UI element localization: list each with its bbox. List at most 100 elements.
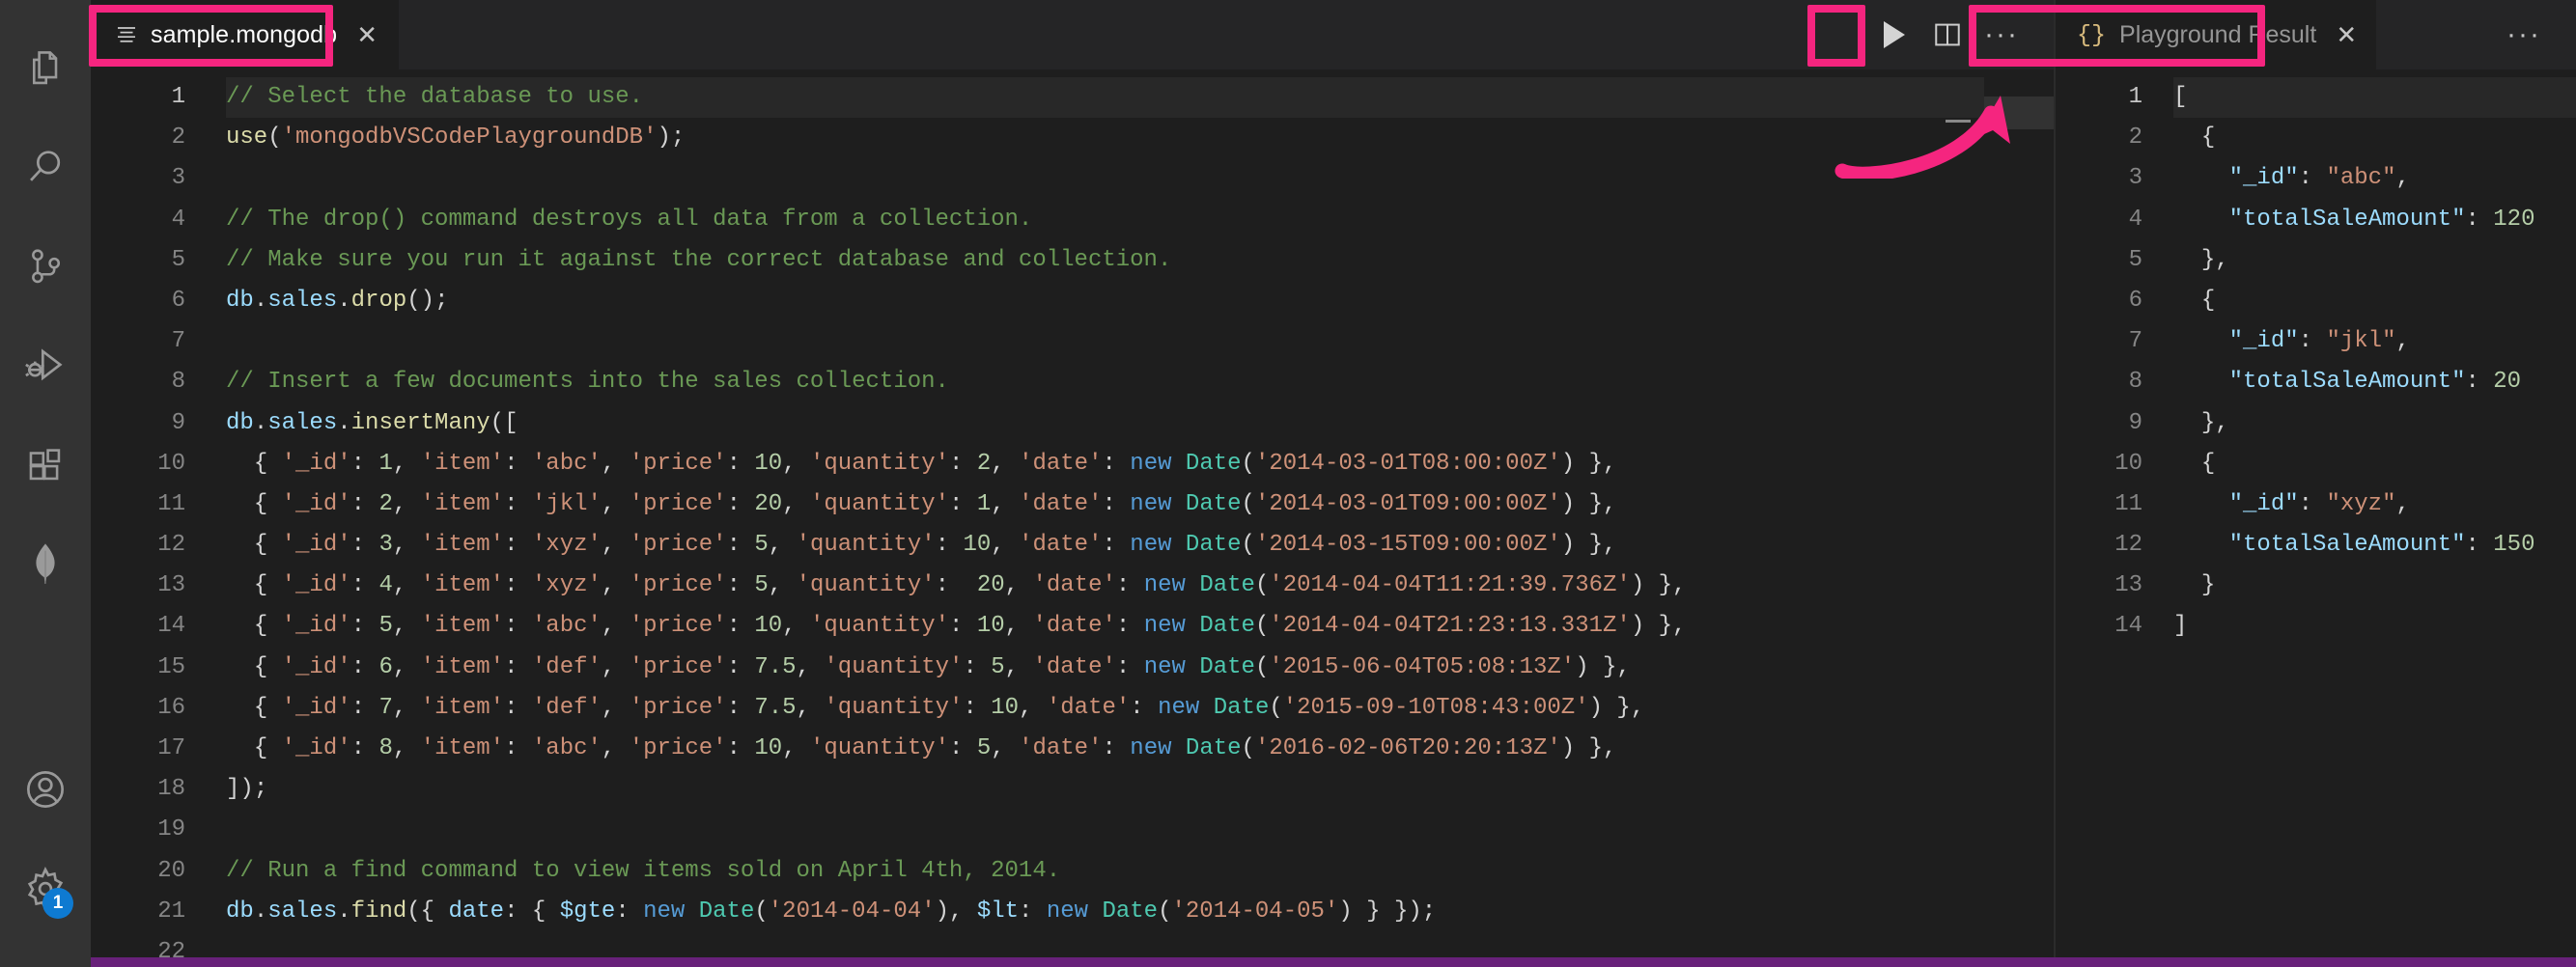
- code-line[interactable]: [226, 158, 1984, 199]
- line-number: 20: [157, 857, 185, 884]
- result-line[interactable]: {: [2173, 444, 2576, 484]
- code-line[interactable]: { '_id': 4, 'item': 'xyz', 'price': 5, '…: [226, 566, 1984, 606]
- source-control-icon[interactable]: [0, 216, 91, 316]
- line-number: 3: [171, 165, 185, 192]
- tab-sample-mongodb[interactable]: sample.mongodb ✕: [91, 0, 399, 69]
- line-number: 12: [157, 532, 185, 559]
- play-icon: [1884, 21, 1905, 48]
- run-playground-button[interactable]: [1866, 8, 1920, 62]
- code-line[interactable]: use('mongodbVSCodePlaygroundDB');: [226, 118, 1984, 158]
- line-number: 21: [157, 898, 185, 925]
- activity-bar-top-group: [0, 17, 91, 614]
- code-line[interactable]: // Make sure you run it against the corr…: [226, 240, 1984, 281]
- explorer-icon[interactable]: [0, 17, 91, 117]
- editor-group-left: sample.mongodb ✕ ··· 1 2 3 4 5 6 7 8 9 1…: [91, 0, 2054, 957]
- playground-lines-icon: [116, 25, 137, 44]
- code-line[interactable]: { '_id': 2, 'item': 'jkl', 'price': 20, …: [226, 484, 1984, 525]
- result-line[interactable]: "_id": "xyz",: [2173, 484, 2576, 525]
- json-braces-icon: {}: [2077, 20, 2107, 49]
- status-bar: [91, 957, 2576, 967]
- line-number: 7: [171, 328, 185, 355]
- result-line[interactable]: }: [2173, 566, 2576, 606]
- code-line[interactable]: { '_id': 7, 'item': 'def', 'price': 7.5,…: [226, 688, 1984, 729]
- activity-bar-bottom-group: 1: [0, 739, 91, 938]
- minimap-slider[interactable]: [1984, 97, 2054, 129]
- result-line[interactable]: {: [2173, 281, 2576, 321]
- code-line[interactable]: // Select the database to use.: [226, 77, 1984, 119]
- ellipsis-icon: ···: [1984, 18, 2019, 50]
- line-number: 13: [2114, 572, 2142, 599]
- code-line[interactable]: ]);: [226, 769, 1984, 810]
- line-number: 19: [157, 816, 185, 843]
- settings-gear-icon[interactable]: 1: [0, 839, 91, 938]
- result-line[interactable]: {: [2173, 118, 2576, 158]
- settings-badge-count: 1: [42, 888, 73, 919]
- code-line[interactable]: { '_id': 6, 'item': 'def', 'price': 7.5,…: [226, 648, 1984, 688]
- line-number: 7: [2128, 328, 2142, 355]
- more-actions-button[interactable]: ···: [1974, 8, 2029, 62]
- result-content[interactable]: [ { "_id": "abc", "totalSaleAmount": 120…: [2164, 69, 2576, 957]
- account-icon[interactable]: [0, 739, 91, 839]
- code-line[interactable]: db.sales.find({ date: { $gte: new Date('…: [226, 892, 1984, 932]
- line-number: 11: [157, 490, 185, 517]
- code-line[interactable]: [226, 810, 1984, 850]
- result-line[interactable]: "totalSaleAmount": 120: [2173, 200, 2576, 240]
- line-number: 10: [2114, 450, 2142, 477]
- line-number: 6: [171, 287, 185, 314]
- result-viewer[interactable]: 1 2 3 4 5 6 7 8 9 10 11 12 13 14 [{"_i…: [2056, 69, 2576, 957]
- result-line[interactable]: "totalSaleAmount": 20: [2173, 362, 2576, 402]
- code-line[interactable]: [226, 932, 1984, 957]
- code-line[interactable]: { '_id': 3, 'item': 'xyz', 'price': 5, '…: [226, 525, 1984, 566]
- result-line[interactable]: "_id": "abc",: [2173, 158, 2576, 199]
- result-line[interactable]: "_id": "jkl",: [2173, 321, 2576, 362]
- split-editor-button[interactable]: [1920, 8, 1974, 62]
- result-tab-actions: ···: [2497, 0, 2576, 69]
- code-line[interactable]: // Run a find command to view items sold…: [226, 851, 1984, 892]
- editor-tabbar: sample.mongodb ✕ ···: [91, 0, 2054, 69]
- line-number-gutter: 1 2 3 4 5 6 7 8 9 10 11 12 13 14 15 16 1…: [91, 69, 205, 957]
- mongodb-leaf-icon[interactable]: [0, 514, 91, 614]
- line-number: 9: [171, 409, 185, 436]
- result-line[interactable]: },: [2173, 403, 2576, 444]
- run-and-debug-icon[interactable]: [0, 316, 91, 415]
- code-line[interactable]: // The drop() command destroys all data …: [226, 200, 1984, 240]
- code-line[interactable]: { '_id': 5, 'item': 'abc', 'price': 10, …: [226, 606, 1984, 647]
- code-content[interactable]: // Select the database to use. use('mongo…: [205, 69, 1984, 957]
- vscode-window: 1 sample.mongodb ✕ ··· 1 2 3 4 5 6 7 8 9…: [0, 0, 2576, 967]
- code-line[interactable]: db.sales.drop();: [226, 281, 1984, 321]
- line-number: 13: [157, 572, 185, 599]
- code-line[interactable]: { '_id': 8, 'item': 'abc', 'price': 10, …: [226, 729, 1984, 769]
- editor-minimap[interactable]: [1984, 69, 2054, 957]
- line-number: 8: [2128, 369, 2142, 396]
- split-editor-icon: [1935, 23, 1960, 46]
- line-number: 8: [171, 369, 185, 396]
- code-editor[interactable]: 1 2 3 4 5 6 7 8 9 10 11 12 13 14 15 16 1…: [91, 69, 2054, 957]
- result-tabbar: {} Playground Result ✕ ···: [2056, 0, 2576, 69]
- line-number: 6: [2128, 287, 2142, 314]
- tab-title: sample.mongodb: [151, 20, 338, 48]
- code-line[interactable]: { '_id': 1, 'item': 'abc', 'price': 10, …: [226, 444, 1984, 484]
- tab-title: Playground Result: [2119, 20, 2317, 48]
- close-icon[interactable]: ✕: [2336, 22, 2357, 47]
- tab-playground-result[interactable]: {} Playground Result ✕: [2056, 0, 2377, 69]
- line-number: 1: [2128, 84, 2142, 110]
- code-line[interactable]: [226, 321, 1984, 362]
- line-number: 17: [157, 735, 185, 761]
- line-number: 14: [2114, 613, 2142, 640]
- result-line[interactable]: "totalSaleAmount": 150: [2173, 525, 2576, 566]
- line-number: 22: [157, 938, 185, 957]
- search-icon[interactable]: [0, 117, 91, 216]
- editor-tab-actions: ···: [1866, 0, 2054, 69]
- activity-bar: 1: [0, 0, 91, 967]
- result-line[interactable]: ]: [2173, 606, 2576, 647]
- result-line[interactable]: },: [2173, 240, 2576, 281]
- line-number: 16: [157, 694, 185, 721]
- code-line[interactable]: db.sales.insertMany([: [226, 403, 1984, 444]
- result-line[interactable]: [: [2173, 77, 2576, 119]
- line-number: 14: [157, 613, 185, 640]
- line-number: 10: [157, 450, 185, 477]
- code-line[interactable]: // Insert a few documents into the sales…: [226, 362, 1984, 402]
- close-icon[interactable]: ✕: [356, 22, 378, 47]
- extensions-icon[interactable]: [0, 415, 91, 514]
- result-more-actions-button[interactable]: ···: [2497, 8, 2551, 62]
